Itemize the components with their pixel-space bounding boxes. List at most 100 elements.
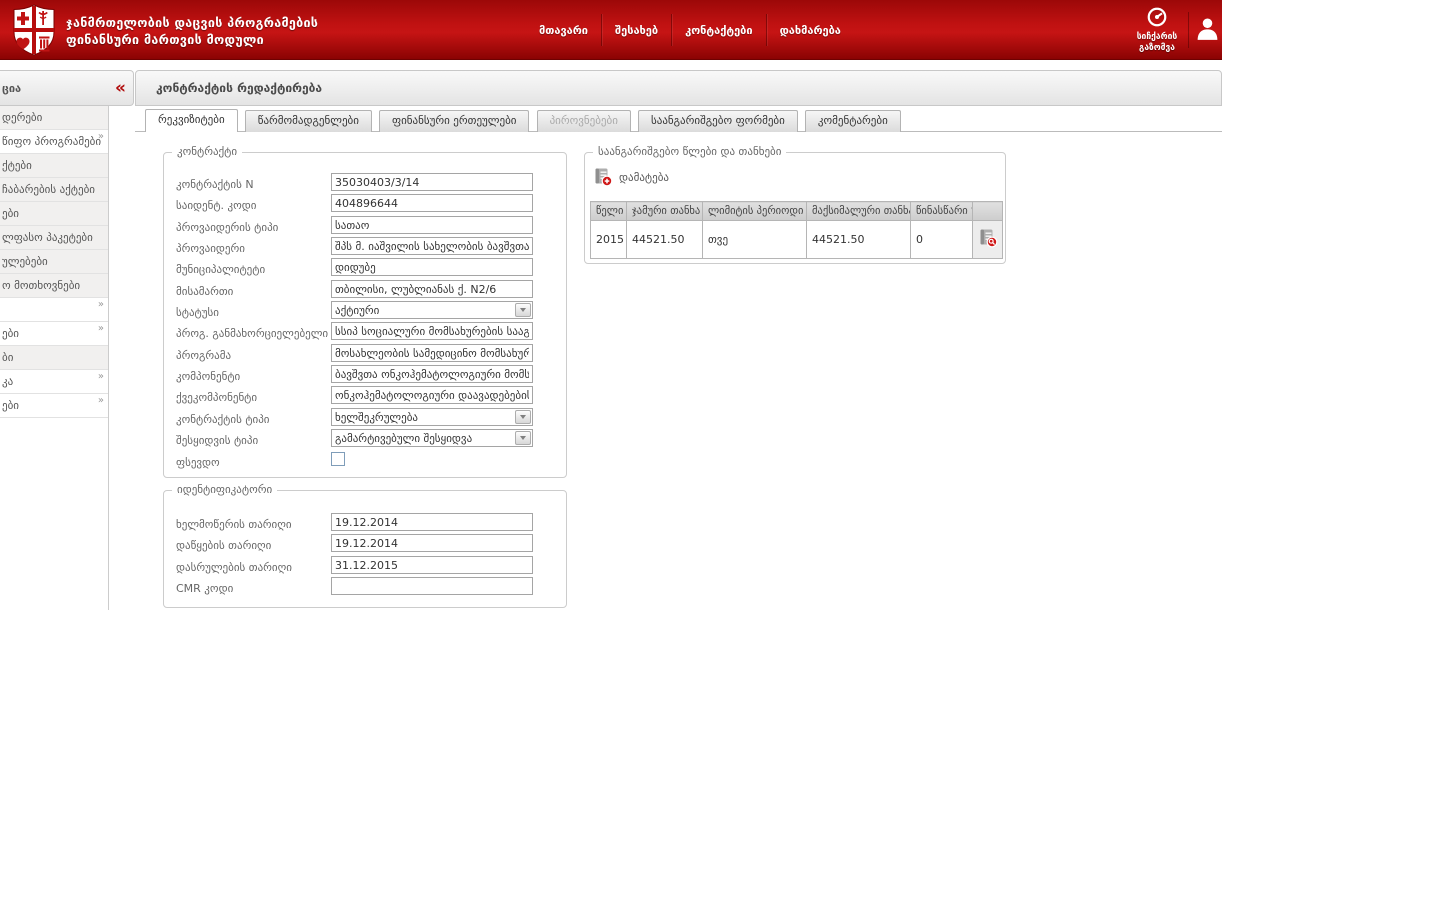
sidebar-item-contracts[interactable]: ქტები [0, 154, 108, 178]
tab-financial-units[interactable]: ფინანსური ერთეულები [379, 110, 530, 132]
signing-date-input[interactable] [331, 513, 533, 531]
chevron-right-icon: » [97, 131, 104, 142]
sidebar-title: ცია [2, 82, 22, 95]
header-divider [1188, 12, 1189, 48]
form-row: დაწყების თარიღი [176, 534, 556, 552]
form-row: პროვაიდერი [176, 237, 556, 255]
sidebar-item[interactable]: ები [0, 202, 108, 226]
add-year-button[interactable]: დამატება [593, 167, 669, 187]
sidebar-item[interactable]: » [0, 298, 108, 322]
ident-code-input[interactable] [331, 194, 533, 212]
speed-label-line2: გაზომვა [1139, 43, 1175, 53]
end-date-input[interactable] [331, 556, 533, 574]
app-title-line1: ჯანმრთელობის დაცვის პროგრამების [66, 15, 319, 30]
sidebar-item[interactable]: ები» [0, 394, 108, 418]
main-nav: მთავარი შესახებ კონტაქტები დახმარება [526, 0, 854, 60]
cell-total-amount: 44521.50 [626, 220, 703, 259]
add-document-icon [595, 168, 613, 187]
identifier-fieldset: იდენტიფიკატორი ხელმოწერის თარიღი დაწყები… [163, 483, 567, 608]
tab-requisites[interactable]: რეკვიზიტები [145, 109, 238, 132]
tab-reporting-forms[interactable]: საანგარიშგებო ფორმები [638, 110, 798, 132]
program-implementer-input[interactable] [331, 322, 533, 340]
subcomponent-input[interactable] [331, 386, 533, 404]
nav-item-help[interactable]: დახმარება [767, 20, 854, 41]
form-row: ქვეკომპონენტი [176, 386, 556, 404]
chevron-right-icon: » [97, 323, 104, 334]
tab-comments[interactable]: კომენტარები [804, 110, 901, 132]
sidebar-item-packages[interactable]: ლფასო პაკეტები [0, 226, 108, 250]
col-limit-period: ლიმიტის პერიოდი [702, 201, 807, 221]
app-header: ჯანმრთელობის დაცვის პროგრამების ფინანსურ… [0, 0, 1222, 60]
app-title-line2: ფინანსური მართვის მოდული [66, 32, 265, 47]
pseudo-checkbox[interactable] [331, 452, 345, 466]
form-row: სტატუსი აქტიური [176, 301, 556, 319]
form-row: კონტრაქტის N [176, 173, 556, 191]
address-input[interactable] [331, 280, 533, 298]
reporting-years-fieldset: საანგარიშგებო წლები და თანხები დამატება … [584, 145, 1006, 264]
tab-representatives[interactable]: წარმომადგენლები [244, 110, 372, 132]
gauge-icon [1147, 7, 1167, 27]
years-table: წელი ჯამური თანხა ლიმიტის პერიოდი მაქსიმ… [590, 201, 1003, 259]
cell-year: 2015 [590, 220, 627, 259]
sidebar-header: ცია « [0, 70, 134, 106]
form-row: პროგრამა [176, 344, 556, 362]
app-logo-shield-icon [13, 4, 55, 56]
sidebar-item-state-programs[interactable]: წიფო პროგრამები» [0, 130, 108, 154]
sidebar-item[interactable]: დერები [0, 106, 108, 130]
chevron-right-icon: » [97, 299, 104, 310]
contract-number-input[interactable] [331, 173, 533, 191]
years-table-header-row: წელი ჯამური თანხა ლიმიტის პერიოდი მაქსიმ… [590, 201, 1003, 221]
form-row: დასრულების თარიღი [176, 556, 556, 574]
page-title: კონტრაქტის რედაქტირება [156, 81, 323, 95]
provider-type-input[interactable] [331, 216, 533, 234]
col-advance-pct: წინასწარი % [910, 201, 973, 221]
speed-test-button[interactable]: სიჩქარის გაზომვა [1130, 6, 1184, 54]
cell-actions [972, 220, 1003, 259]
form-row: მუნიციპალიტეტი [176, 258, 556, 276]
start-date-input[interactable] [331, 534, 533, 552]
component-input[interactable] [331, 365, 533, 383]
form-row: საიდენტ. კოდი [176, 194, 556, 212]
chevron-right-icon: » [97, 395, 104, 406]
form-row: ფსევდო [176, 451, 556, 469]
table-row: 2015 44521.50 თვე 44521.50 0 [590, 220, 1003, 259]
nav-item-about[interactable]: შესახებ [602, 20, 671, 41]
chevron-down-icon [515, 410, 531, 424]
app-title: ჯანმრთელობის დაცვის პროგრამების ფინანსურ… [66, 14, 318, 48]
purchase-type-select[interactable]: გამარტივებული შესყიდვა [331, 429, 533, 447]
sidebar-item-requests[interactable]: ო მოთხოვნები [0, 274, 108, 298]
cmr-code-input[interactable] [331, 577, 533, 595]
nav-item-contacts[interactable]: კონტაქტები [672, 20, 765, 41]
sidebar-item[interactable]: ულებები [0, 250, 108, 274]
user-icon [1197, 18, 1218, 40]
sidebar-item[interactable]: ბი [0, 346, 108, 370]
page-header: კონტრაქტის რედაქტირება [135, 70, 1222, 106]
program-input[interactable] [331, 344, 533, 362]
identifier-fieldset-legend: იდენტიფიკატორი [172, 483, 278, 496]
add-year-label: დამატება [619, 170, 669, 184]
chevron-down-icon [515, 431, 531, 445]
speed-label-line1: სიჩქარის [1136, 32, 1178, 42]
sidebar-menu: დერები წიფო პროგრამები» ქტები ჩაბარების … [0, 106, 109, 610]
contract-type-select[interactable]: ხელშეკრულება [331, 408, 533, 426]
search-document-icon [980, 229, 997, 248]
provider-input[interactable] [331, 237, 533, 255]
view-year-button[interactable] [978, 228, 998, 248]
sidebar-item[interactable]: კა» [0, 370, 108, 394]
sidebar-item-acceptance-acts[interactable]: ჩაბარების აქტები [0, 178, 108, 202]
sidebar-item[interactable]: ები» [0, 322, 108, 346]
col-total-amount: ჯამური თანხა [626, 201, 703, 221]
form-row: ხელმოწერის თარიღი [176, 513, 556, 531]
chevron-right-icon: » [97, 371, 104, 382]
nav-item-home[interactable]: მთავარი [526, 20, 601, 41]
form-row: კომპონენტი [176, 365, 556, 383]
municipality-input[interactable] [331, 258, 533, 276]
contract-fieldset: კონტრაქტი კონტრაქტის N საიდენტ. კოდი პრო… [163, 145, 567, 478]
form-row: მისამართი [176, 280, 556, 298]
status-select[interactable]: აქტიური [331, 301, 533, 319]
sidebar-collapse-button[interactable]: « [115, 77, 126, 99]
form-row: შესყიდვის ტიპი გამარტივებული შესყიდვა [176, 429, 556, 447]
user-account-button[interactable] [1194, 16, 1222, 42]
col-year: წელი [590, 201, 627, 221]
chevron-down-icon [515, 303, 531, 317]
